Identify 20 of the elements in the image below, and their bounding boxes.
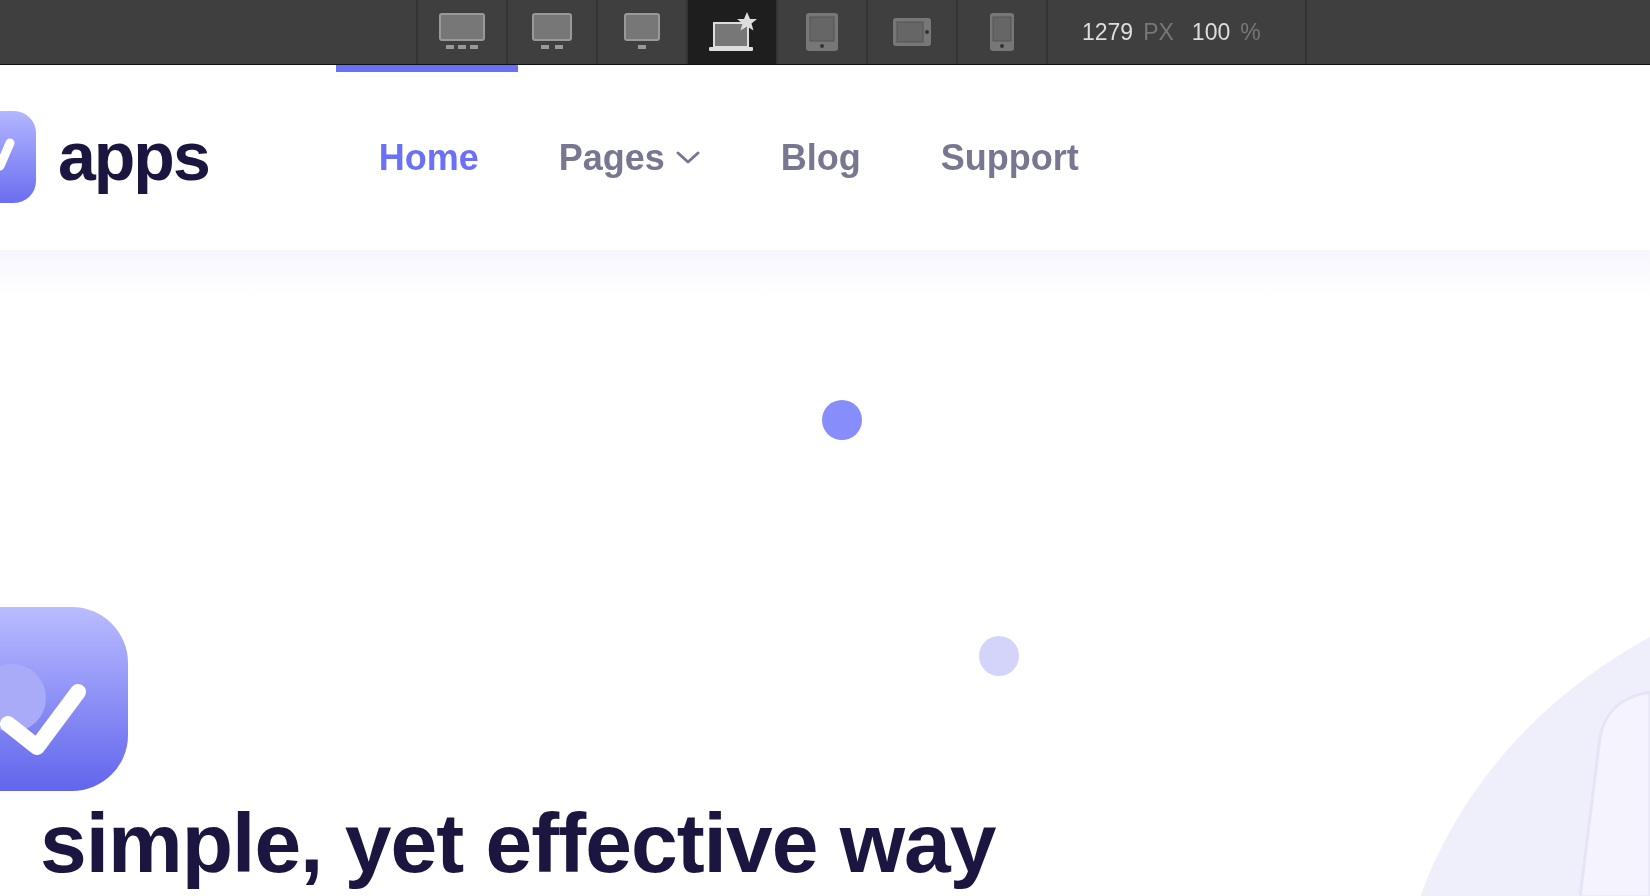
monitor-icon bbox=[531, 12, 573, 52]
logo-text[interactable]: apps bbox=[58, 116, 209, 199]
nav-link[interactable]: Support bbox=[940, 136, 1079, 179]
width-unit: PX bbox=[1143, 18, 1174, 46]
decorative-dot bbox=[822, 400, 862, 440]
width-value[interactable]: 1279 bbox=[1082, 18, 1134, 46]
phone-icon bbox=[989, 12, 1015, 52]
hero-heading: simple, yet effective way bbox=[40, 796, 996, 892]
device-button[interactable] bbox=[688, 0, 778, 64]
zoom-value[interactable]: 100 bbox=[1191, 18, 1231, 46]
tablet-icon bbox=[892, 17, 932, 47]
decorative-dot bbox=[979, 636, 1019, 676]
nav-link[interactable]: Blog bbox=[780, 136, 861, 179]
monitor-icon bbox=[438, 12, 486, 52]
tablet-icon bbox=[805, 12, 839, 52]
nav-link[interactable]: Pages bbox=[558, 136, 701, 179]
nav-link[interactable]: Home bbox=[378, 136, 479, 179]
zoom-unit: % bbox=[1240, 18, 1261, 46]
laptop-star-icon bbox=[707, 11, 757, 53]
monitor-icon bbox=[623, 12, 661, 52]
